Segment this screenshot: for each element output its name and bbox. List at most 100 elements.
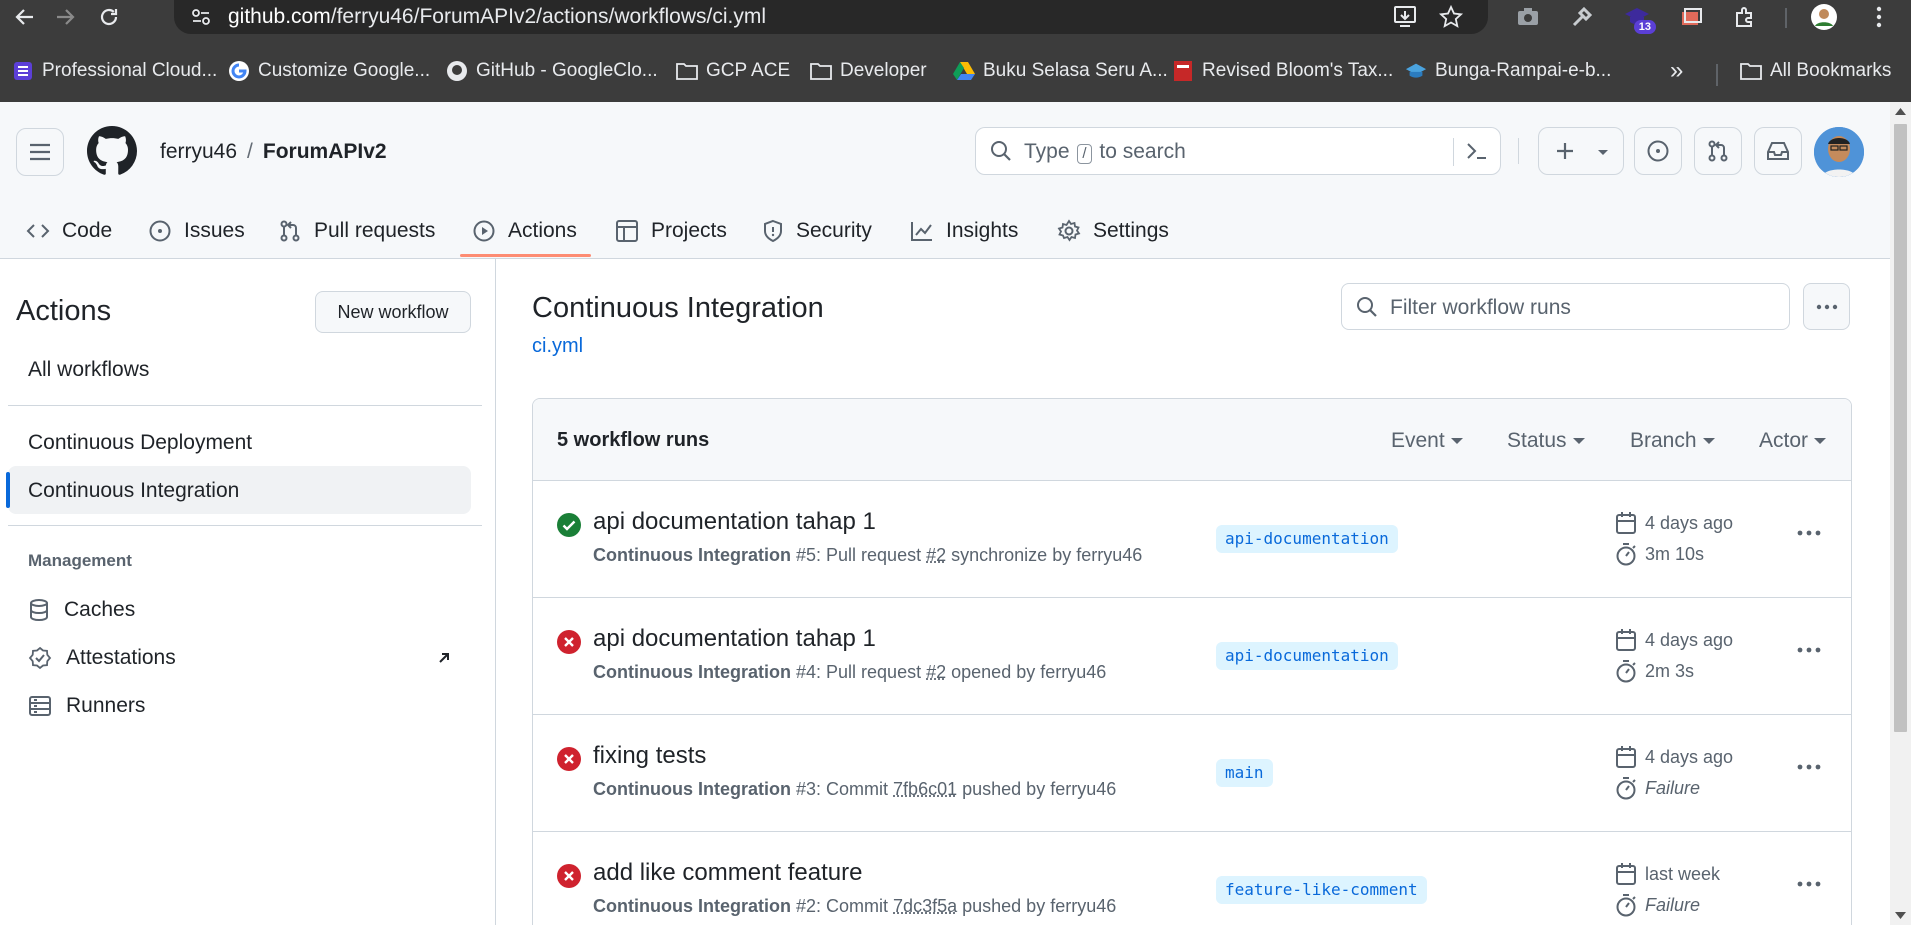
commit-link[interactable]: 7dc3f5a — [893, 896, 957, 916]
stopwatch-icon — [1615, 542, 1637, 566]
run-title[interactable]: add like comment feature — [593, 859, 862, 887]
bookmark-item[interactable]: Professional Cloud... — [12, 58, 217, 84]
run-menu-button[interactable] — [1791, 870, 1827, 898]
bookmark-star-icon[interactable] — [1438, 4, 1464, 30]
search-icon — [1356, 296, 1378, 318]
extensions-puzzle-icon[interactable] — [1730, 2, 1760, 32]
event-filter-dropdown[interactable]: Event — [1391, 429, 1463, 453]
google-icon — [228, 60, 250, 82]
tab-settings[interactable]: Settings — [1057, 203, 1169, 259]
install-app-icon[interactable] — [1392, 4, 1418, 30]
branch-label[interactable]: api-documentation — [1216, 642, 1398, 670]
graduation-icon — [1405, 60, 1427, 82]
bookmark-item[interactable]: Developer — [810, 58, 927, 84]
scroll-up-arrow-icon[interactable] — [1895, 108, 1906, 115]
bookmark-item[interactable]: Bunga-Rampai-e-b... — [1405, 58, 1611, 84]
address-bar[interactable]: github.com/ferryu46/ForumAPIv2/actions/w… — [174, 0, 1488, 34]
tab-pull-requests[interactable]: Pull requests — [278, 203, 435, 259]
tab-actions[interactable]: Actions — [472, 203, 577, 259]
table-row[interactable]: api documentation tahap 1 Continuous Int… — [533, 598, 1852, 715]
runs-list-header: 5 workflow runs Event Status Branch Acto… — [533, 399, 1852, 481]
branch-label[interactable]: feature-like-comment — [1216, 876, 1427, 904]
forward-button[interactable] — [48, 2, 82, 32]
pr-link[interactable]: #2 — [926, 662, 946, 682]
sidebar-item-attestations[interactable]: Attestations — [28, 643, 458, 673]
status-filter-dropdown[interactable]: Status — [1507, 429, 1585, 453]
tab-code[interactable]: Code — [26, 203, 112, 259]
site-info-icon[interactable] — [190, 6, 212, 28]
filter-placeholder: Filter workflow runs — [1390, 296, 1571, 320]
owner-link[interactable]: ferryu46 — [160, 140, 237, 163]
pull-requests-button[interactable] — [1694, 127, 1742, 175]
workflow-title: Continuous Integration — [532, 292, 824, 325]
back-button[interactable] — [8, 2, 42, 32]
run-title[interactable]: fixing tests — [593, 742, 706, 770]
sidebar-item-runners[interactable]: Runners — [28, 691, 145, 721]
bookmark-item[interactable]: Customize Google... — [228, 58, 430, 84]
scrollbar-thumb[interactable] — [1894, 124, 1907, 732]
run-menu-button[interactable] — [1791, 636, 1827, 664]
tab-issues[interactable]: Issues — [148, 203, 245, 259]
branch-label[interactable]: api-documentation — [1216, 525, 1398, 553]
actor-filter-dropdown[interactable]: Actor — [1759, 429, 1826, 453]
table-row[interactable]: add like comment feature Continuous Inte… — [533, 832, 1852, 925]
bookmark-item[interactable]: Revised Bloom's Tax... — [1172, 58, 1393, 84]
gear-icon — [1057, 219, 1081, 243]
hamburger-menu-button[interactable] — [16, 128, 64, 176]
all-bookmarks-button[interactable]: All Bookmarks — [1740, 58, 1891, 84]
workflow-menu-button[interactable] — [1803, 283, 1850, 330]
pr-link[interactable]: #2 — [926, 545, 946, 565]
filter-workflow-runs-input[interactable]: Filter workflow runs — [1341, 283, 1790, 330]
issues-button[interactable] — [1634, 127, 1682, 175]
kebab-horizontal-icon — [1816, 304, 1838, 310]
bookmarks-overflow-button[interactable]: » — [1670, 58, 1683, 84]
bookmark-item[interactable]: GCP ACE — [676, 58, 790, 84]
camera-extension-icon[interactable] — [1513, 2, 1543, 32]
branch-filter-dropdown[interactable]: Branch — [1630, 429, 1715, 453]
run-title[interactable]: api documentation tahap 1 — [593, 625, 876, 653]
tab-insights[interactable]: Insights — [910, 203, 1018, 259]
folder-icon — [1740, 60, 1762, 82]
sidebar-item-continuous-deployment[interactable]: Continuous Deployment — [28, 431, 252, 455]
workflow-file-link[interactable]: ci.yml — [532, 335, 583, 358]
github-logo-icon[interactable] — [87, 126, 137, 176]
pull-request-icon — [1706, 139, 1730, 163]
tab-projects[interactable]: Projects — [615, 203, 727, 259]
new-workflow-button[interactable]: New workflow — [315, 291, 471, 333]
user-avatar[interactable] — [1814, 127, 1864, 177]
bookmarks-bar: Professional Cloud... Customize Google..… — [0, 52, 1911, 88]
back-arrow-icon — [14, 6, 36, 28]
table-icon — [615, 219, 639, 243]
run-menu-button[interactable] — [1791, 753, 1827, 781]
run-menu-button[interactable] — [1791, 519, 1827, 547]
scroll-down-arrow-icon[interactable] — [1895, 912, 1906, 919]
command-palette-icon[interactable] — [1466, 141, 1488, 161]
create-new-dropdown[interactable] — [1538, 127, 1624, 175]
chevron-down-icon — [1703, 438, 1715, 444]
branch-label[interactable]: main — [1216, 759, 1273, 787]
table-row[interactable]: fixing tests Continuous Integration #3: … — [533, 715, 1852, 832]
folder-icon — [676, 60, 698, 82]
active-tab-indicator — [460, 254, 591, 257]
graduation-extension-icon[interactable]: 13 — [1622, 2, 1652, 32]
window-extension-icon[interactable] — [1676, 2, 1706, 32]
tools-extension-icon[interactable] — [1567, 2, 1597, 32]
chevron-down-icon — [1451, 438, 1463, 444]
bookmark-item[interactable]: GitHub - GoogleClo... — [446, 58, 658, 84]
repo-link[interactable]: ForumAPIv2 — [263, 140, 387, 163]
sidebar-item-caches[interactable]: Caches — [28, 595, 135, 625]
page-scrollbar[interactable] — [1890, 102, 1911, 925]
search-input[interactable]: Type / to search — [975, 127, 1501, 175]
profile-avatar-icon[interactable] — [1809, 2, 1839, 32]
bookmark-item[interactable]: Buku Selasa Seru A... — [953, 58, 1168, 84]
run-title[interactable]: api documentation tahap 1 — [593, 508, 876, 536]
chrome-menu-icon[interactable] — [1864, 2, 1894, 32]
sidebar-item-all-workflows[interactable]: All workflows — [28, 358, 149, 382]
commit-link[interactable]: 7fb6c01 — [893, 779, 957, 799]
table-row[interactable]: api documentation tahap 1 Continuous Int… — [533, 481, 1852, 598]
sidebar-item-continuous-integration[interactable]: Continuous Integration — [28, 479, 239, 503]
tab-security[interactable]: Security — [762, 203, 872, 259]
reload-button[interactable] — [92, 2, 126, 32]
calendar-icon — [1615, 745, 1637, 769]
inbox-button[interactable] — [1754, 127, 1802, 175]
